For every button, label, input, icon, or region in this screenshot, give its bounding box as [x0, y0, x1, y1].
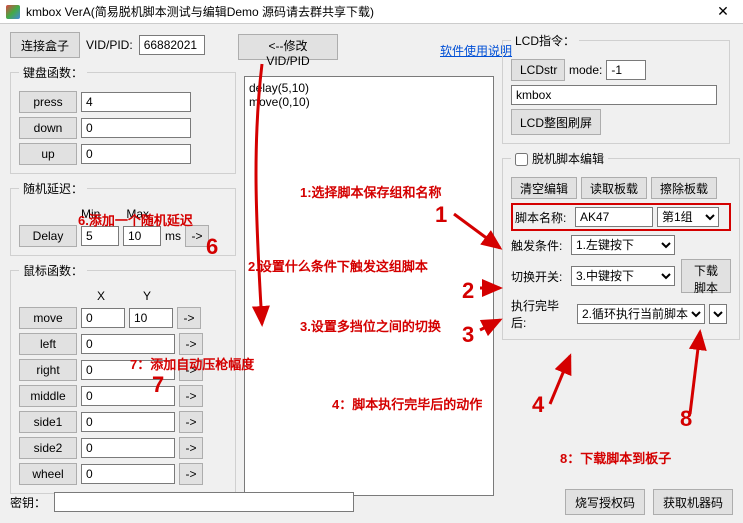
switch-select[interactable]: 3.中键按下: [571, 266, 675, 286]
offline-legend[interactable]: 脱机脚本编辑: [511, 150, 608, 167]
move-button[interactable]: move: [19, 307, 77, 329]
lcd-refresh-button[interactable]: LCD整图刷屏: [511, 109, 601, 135]
side1-input[interactable]: [81, 412, 175, 432]
press-button[interactable]: press: [19, 91, 77, 113]
erase-button[interactable]: 擦除板载: [651, 177, 717, 199]
done-select[interactable]: 2.循环执行当前脚本: [577, 304, 705, 324]
y-label: Y: [143, 289, 151, 303]
middle-go-button[interactable]: ->: [179, 385, 203, 407]
burn-button[interactable]: 烧写授权码: [565, 489, 645, 515]
offline-checkbox[interactable]: [515, 153, 528, 166]
trigger-select[interactable]: 1.左键按下: [571, 235, 675, 255]
num-4: 4: [532, 392, 544, 418]
up-button[interactable]: up: [19, 143, 77, 165]
down-button[interactable]: down: [19, 117, 77, 139]
delay-group: 随机延迟： Min Max Delay ms ->: [10, 180, 236, 256]
titlebar: kmbox VerA(简易脱机脚本测试与编辑Demo 源码请去群共享下载) ✕: [0, 0, 743, 24]
lcdstr-button[interactable]: LCDstr: [511, 59, 565, 81]
ann-8: 8：下载脚本到板子: [560, 448, 671, 467]
ms-label: ms: [165, 229, 181, 243]
clear-button[interactable]: 清空编辑: [511, 177, 577, 199]
right-go-button[interactable]: ->: [179, 359, 203, 381]
script-editor[interactable]: delay(5,10) move(0,10): [244, 76, 494, 496]
lcd-legend: LCD指令：: [511, 32, 579, 49]
vidpid-input[interactable]: [139, 35, 205, 55]
middle-button[interactable]: middle: [19, 385, 77, 407]
trigger-label: 触发条件:: [511, 237, 567, 254]
window-title: kmbox VerA(简易脱机脚本测试与编辑Demo 源码请去群共享下载): [26, 3, 709, 20]
min-label: Min: [81, 207, 100, 221]
press-input[interactable]: [81, 92, 191, 112]
script-name-label: 脚本名称:: [515, 209, 571, 226]
move-x-input[interactable]: [81, 308, 125, 328]
left-button[interactable]: left: [19, 333, 77, 355]
wheel-go-button[interactable]: ->: [179, 463, 203, 485]
down-input[interactable]: [81, 118, 191, 138]
x-label: X: [97, 289, 105, 303]
lcd-text-input[interactable]: [511, 85, 717, 105]
key-input[interactable]: [54, 492, 354, 512]
delay-max-input[interactable]: [123, 226, 161, 246]
side2-button[interactable]: side2: [19, 437, 77, 459]
switch-label: 切换开关:: [511, 268, 567, 285]
middle-input[interactable]: [81, 386, 175, 406]
move-y-input[interactable]: [129, 308, 173, 328]
done-label: 执行完毕后:: [511, 297, 573, 331]
lcd-group: LCD指令： LCDstr mode: LCD整图刷屏: [502, 32, 730, 144]
side1-button[interactable]: side1: [19, 411, 77, 433]
wheel-button[interactable]: wheel: [19, 463, 77, 485]
script-name-input[interactable]: [575, 207, 653, 227]
done-extra-select[interactable]: [709, 304, 727, 324]
getid-button[interactable]: 获取机器码: [653, 489, 733, 515]
vidpid-label: VID/PID:: [86, 38, 133, 52]
close-icon[interactable]: ✕: [709, 3, 737, 20]
modify-vidpid-button[interactable]: <--修改VID/PID: [238, 34, 338, 60]
keyboard-legend: 键盘函数：: [19, 64, 87, 81]
offline-group: 脱机脚本编辑 清空编辑 读取板载 擦除板载 脚本名称: 第1组 触发条件: 1.…: [502, 150, 740, 340]
delay-button[interactable]: Delay: [19, 225, 77, 247]
group-select[interactable]: 第1组: [657, 207, 719, 227]
up-input[interactable]: [81, 144, 191, 164]
keyboard-group: 键盘函数： press down up: [10, 64, 236, 174]
delay-go-button[interactable]: ->: [185, 225, 209, 247]
left-go-button[interactable]: ->: [179, 333, 203, 355]
connect-button[interactable]: 连接盒子: [10, 32, 80, 58]
right-button[interactable]: right: [19, 359, 77, 381]
move-go-button[interactable]: ->: [177, 307, 201, 329]
app-icon: [6, 5, 20, 19]
max-label: Max: [126, 207, 149, 221]
mode-label: mode:: [569, 63, 602, 77]
mode-input[interactable]: [606, 60, 646, 80]
mouse-legend: 鼠标函数：: [19, 262, 87, 279]
key-label: 密钥：: [10, 494, 46, 511]
download-button[interactable]: 下载脚本: [681, 259, 731, 293]
wheel-input[interactable]: [81, 464, 175, 484]
side2-input[interactable]: [81, 438, 175, 458]
left-input[interactable]: [81, 334, 175, 354]
num-8: 8: [680, 406, 692, 432]
delay-min-input[interactable]: [81, 226, 119, 246]
delay-legend: 随机延迟：: [19, 180, 87, 197]
side2-go-button[interactable]: ->: [179, 437, 203, 459]
read-button[interactable]: 读取板载: [581, 177, 647, 199]
side1-go-button[interactable]: ->: [179, 411, 203, 433]
right-input[interactable]: [81, 360, 175, 380]
mouse-group: 鼠标函数： XY move-> left-> right-> middle-> …: [10, 262, 236, 494]
